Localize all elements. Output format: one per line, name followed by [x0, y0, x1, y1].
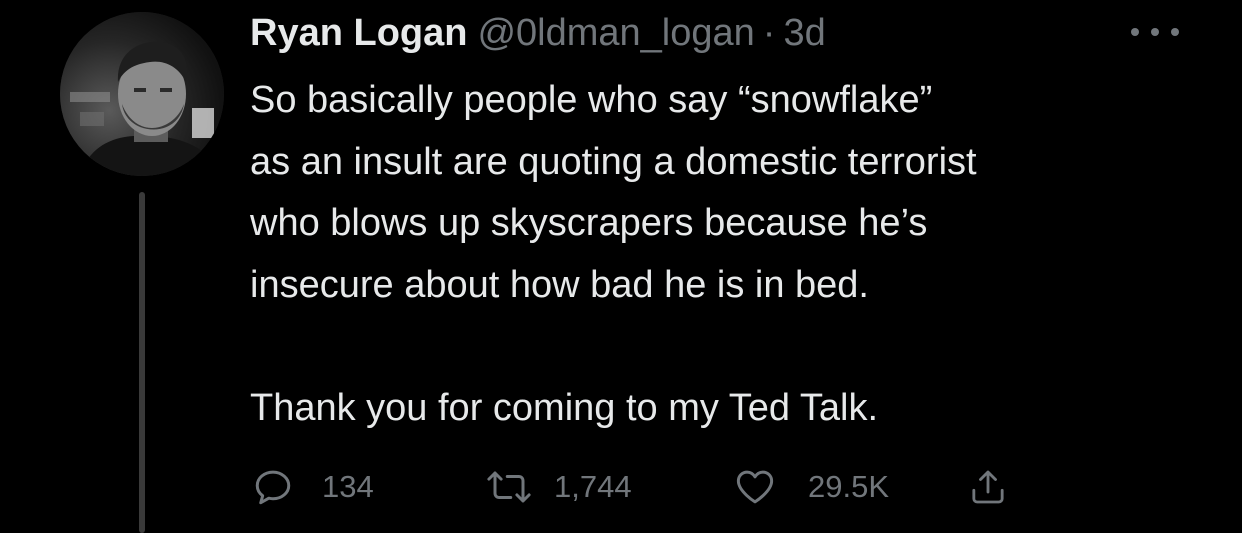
retweet-count: 1,744 — [554, 469, 632, 504]
retweet-button[interactable]: 1,744 — [486, 464, 632, 510]
tweet-text-line: who blows up skyscrapers because he’s — [250, 202, 928, 244]
like-button[interactable]: 29.5K — [734, 464, 889, 510]
more-dot — [1171, 28, 1179, 36]
display-name[interactable]: Ryan Logan — [250, 8, 467, 58]
reply-count: 134 — [322, 469, 374, 504]
thread-line — [139, 192, 145, 533]
retweet-icon — [487, 471, 531, 503]
heart-icon — [736, 470, 774, 504]
tweet-text-line: So basically people who say “snowflake” — [250, 79, 933, 121]
tweet-text: So basically people who say “snowflake” … — [250, 70, 1210, 439]
avatar[interactable] — [60, 12, 224, 176]
tweet-text-line: insecure about how bad he is in bed. — [250, 263, 869, 306]
avatar-photo — [60, 12, 224, 176]
reply-button[interactable]: 134 — [252, 464, 374, 510]
more-dot — [1151, 28, 1159, 36]
more-dot — [1131, 28, 1139, 36]
action-bar: 134 1,744 29.5K — [250, 464, 1050, 510]
timestamp[interactable]: 3d — [783, 8, 825, 58]
share-icon — [972, 470, 1004, 504]
share-button[interactable] — [968, 464, 1008, 510]
like-count: 29.5K — [808, 469, 890, 504]
tweet-text-closing: Thank you for coming to my Ted Talk. — [250, 386, 879, 429]
tweet-header: Ryan Logan @0ldman_logan · 3d — [250, 8, 826, 58]
more-icon[interactable] — [1131, 22, 1179, 42]
tweet-text-line: as an insult are quoting a domestic terr… — [250, 140, 977, 183]
tweet[interactable]: Ryan Logan @0ldman_logan · 3d So basical… — [0, 0, 1242, 533]
separator-dot: · — [762, 12, 776, 54]
user-handle[interactable]: @0ldman_logan — [477, 8, 754, 58]
reply-icon — [255, 470, 291, 505]
